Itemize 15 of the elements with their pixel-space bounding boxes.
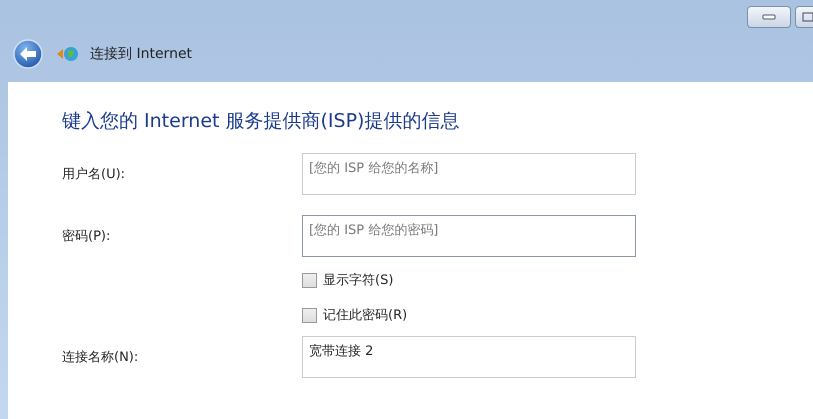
page-heading: 键入您的 Internet 服务提供商(ISP)提供的信息	[62, 109, 460, 134]
field-label: 用户名(U):	[62, 166, 126, 183]
field-label: 密码(P):	[62, 228, 112, 245]
text-field[interactable]: [您的 ISP 给您的名称]	[302, 153, 636, 195]
maximize-icon	[802, 12, 813, 22]
network-globe-icon	[56, 45, 80, 63]
connection-name-field[interactable]: 宽带连接 2	[302, 336, 636, 378]
text-field[interactable]: [您的 ISP 给您的密码]	[302, 215, 636, 257]
checkbox[interactable]: 记住此密码(R)	[302, 306, 813, 324]
back-button[interactable]	[12, 38, 44, 70]
minimize-button[interactable]	[747, 6, 791, 28]
window-title: 连接到 Internet	[90, 45, 192, 63]
minimize-icon	[762, 14, 776, 20]
checkbox[interactable]: 显示字符(S)	[302, 271, 813, 289]
field-label: 连接名称(N):	[62, 349, 140, 366]
